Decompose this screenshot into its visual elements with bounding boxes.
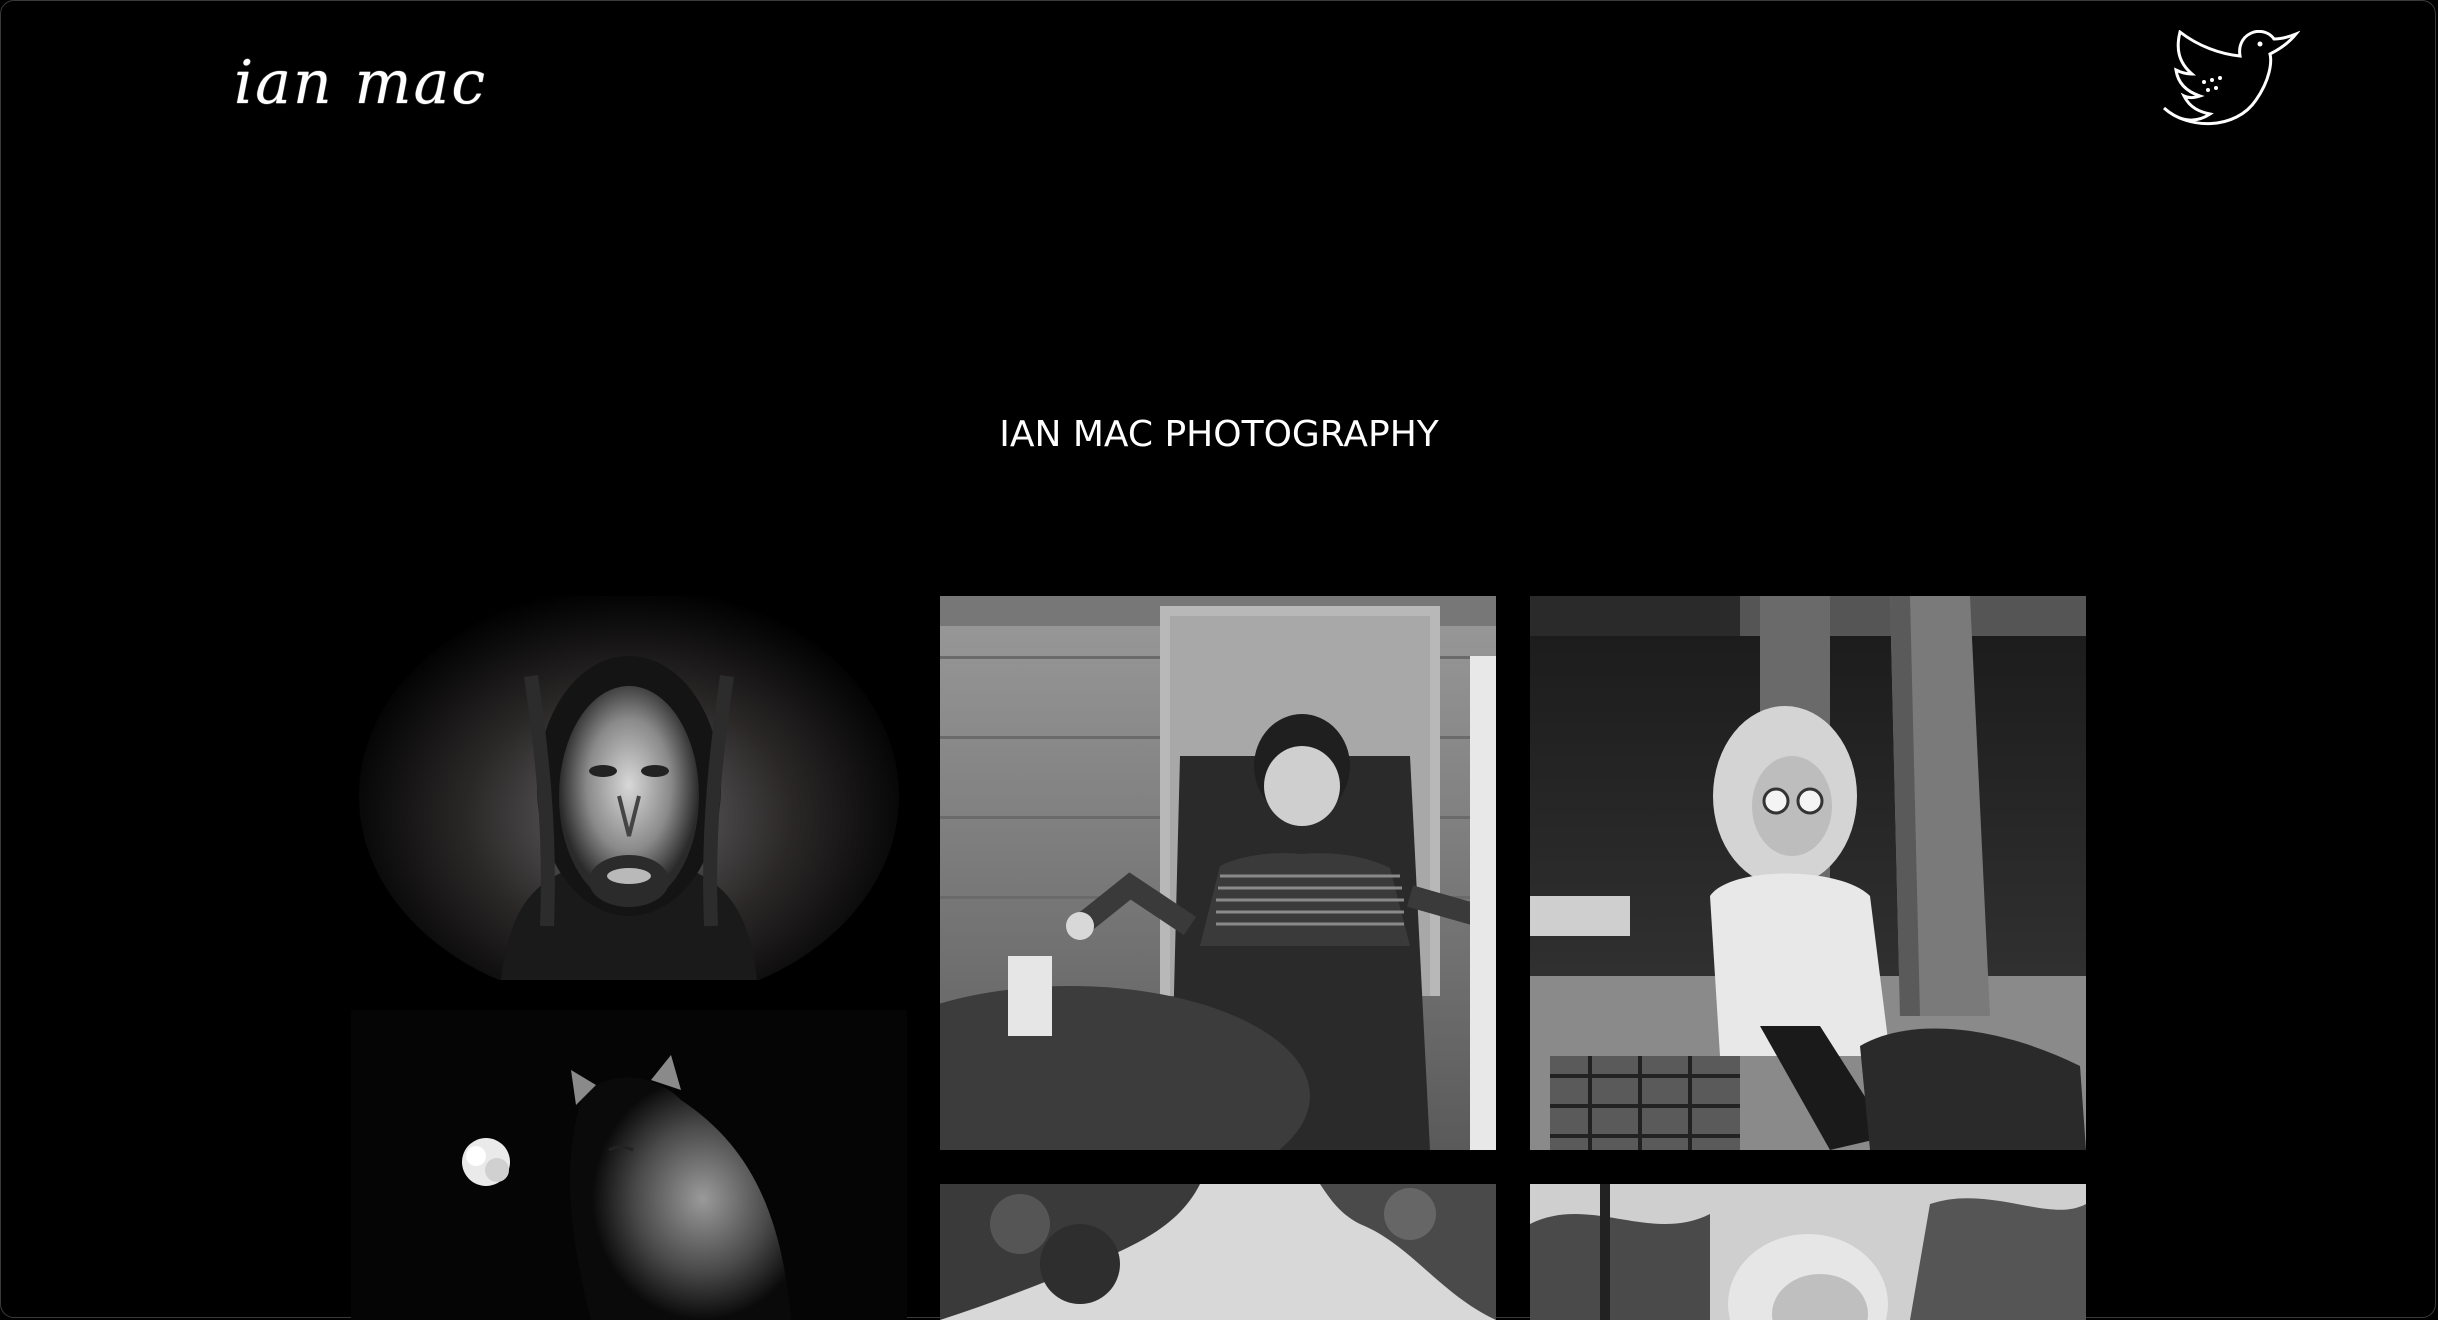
site-logo[interactable]: ian mac [234,48,487,118]
gallery-photo-boy-chair[interactable] [940,596,1496,1150]
gallery-photo-blonde-outdoors[interactable] [1530,1184,2086,1320]
gallery-photo-cat[interactable] [351,1010,907,1320]
gallery-photo-trees[interactable] [940,1184,1496,1320]
page-title: IAN MAC PHOTOGRAPHY [999,414,1439,455]
gallery-photo-portrait[interactable] [351,596,907,980]
twitter-bird-icon[interactable] [2158,29,2301,142]
gallery-photo-woman-sunglasses[interactable] [1530,596,2086,1150]
